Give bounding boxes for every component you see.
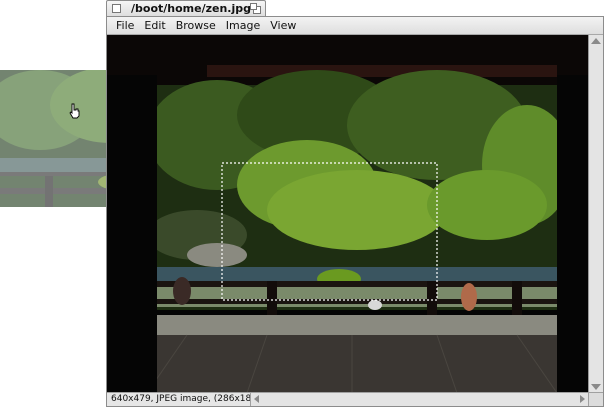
resize-handle[interactable] [588,392,603,406]
vertical-scrollbar[interactable] [588,35,603,393]
menu-view[interactable]: View [265,19,301,32]
hand-pointer-icon [69,103,80,119]
menu-browse[interactable]: Browse [171,19,221,32]
horizontal-scrollbar[interactable] [251,392,588,406]
scroll-right-icon[interactable] [580,395,585,403]
scroll-down-icon[interactable] [591,384,601,390]
window-title-tab[interactable]: /boot/home/zen.jpg [106,0,266,17]
close-box-icon[interactable] [112,4,121,13]
scroll-up-icon[interactable] [591,38,601,44]
menu-edit[interactable]: Edit [139,19,170,32]
menubar: File Edit Browse Image View [107,17,603,35]
menu-file[interactable]: File [111,19,139,32]
window-title: /boot/home/zen.jpg [131,2,252,15]
scroll-left-icon[interactable] [254,395,259,403]
zen-photo [107,35,588,393]
status-bar: 640x479, JPEG image, (286x182) [107,392,251,406]
image-viewer-window: File Edit Browse Image View 640x479, JPE… [106,16,604,407]
menu-image[interactable]: Image [221,19,265,32]
image-viewport[interactable] [107,35,588,393]
zoom-box-icon[interactable] [250,3,261,14]
